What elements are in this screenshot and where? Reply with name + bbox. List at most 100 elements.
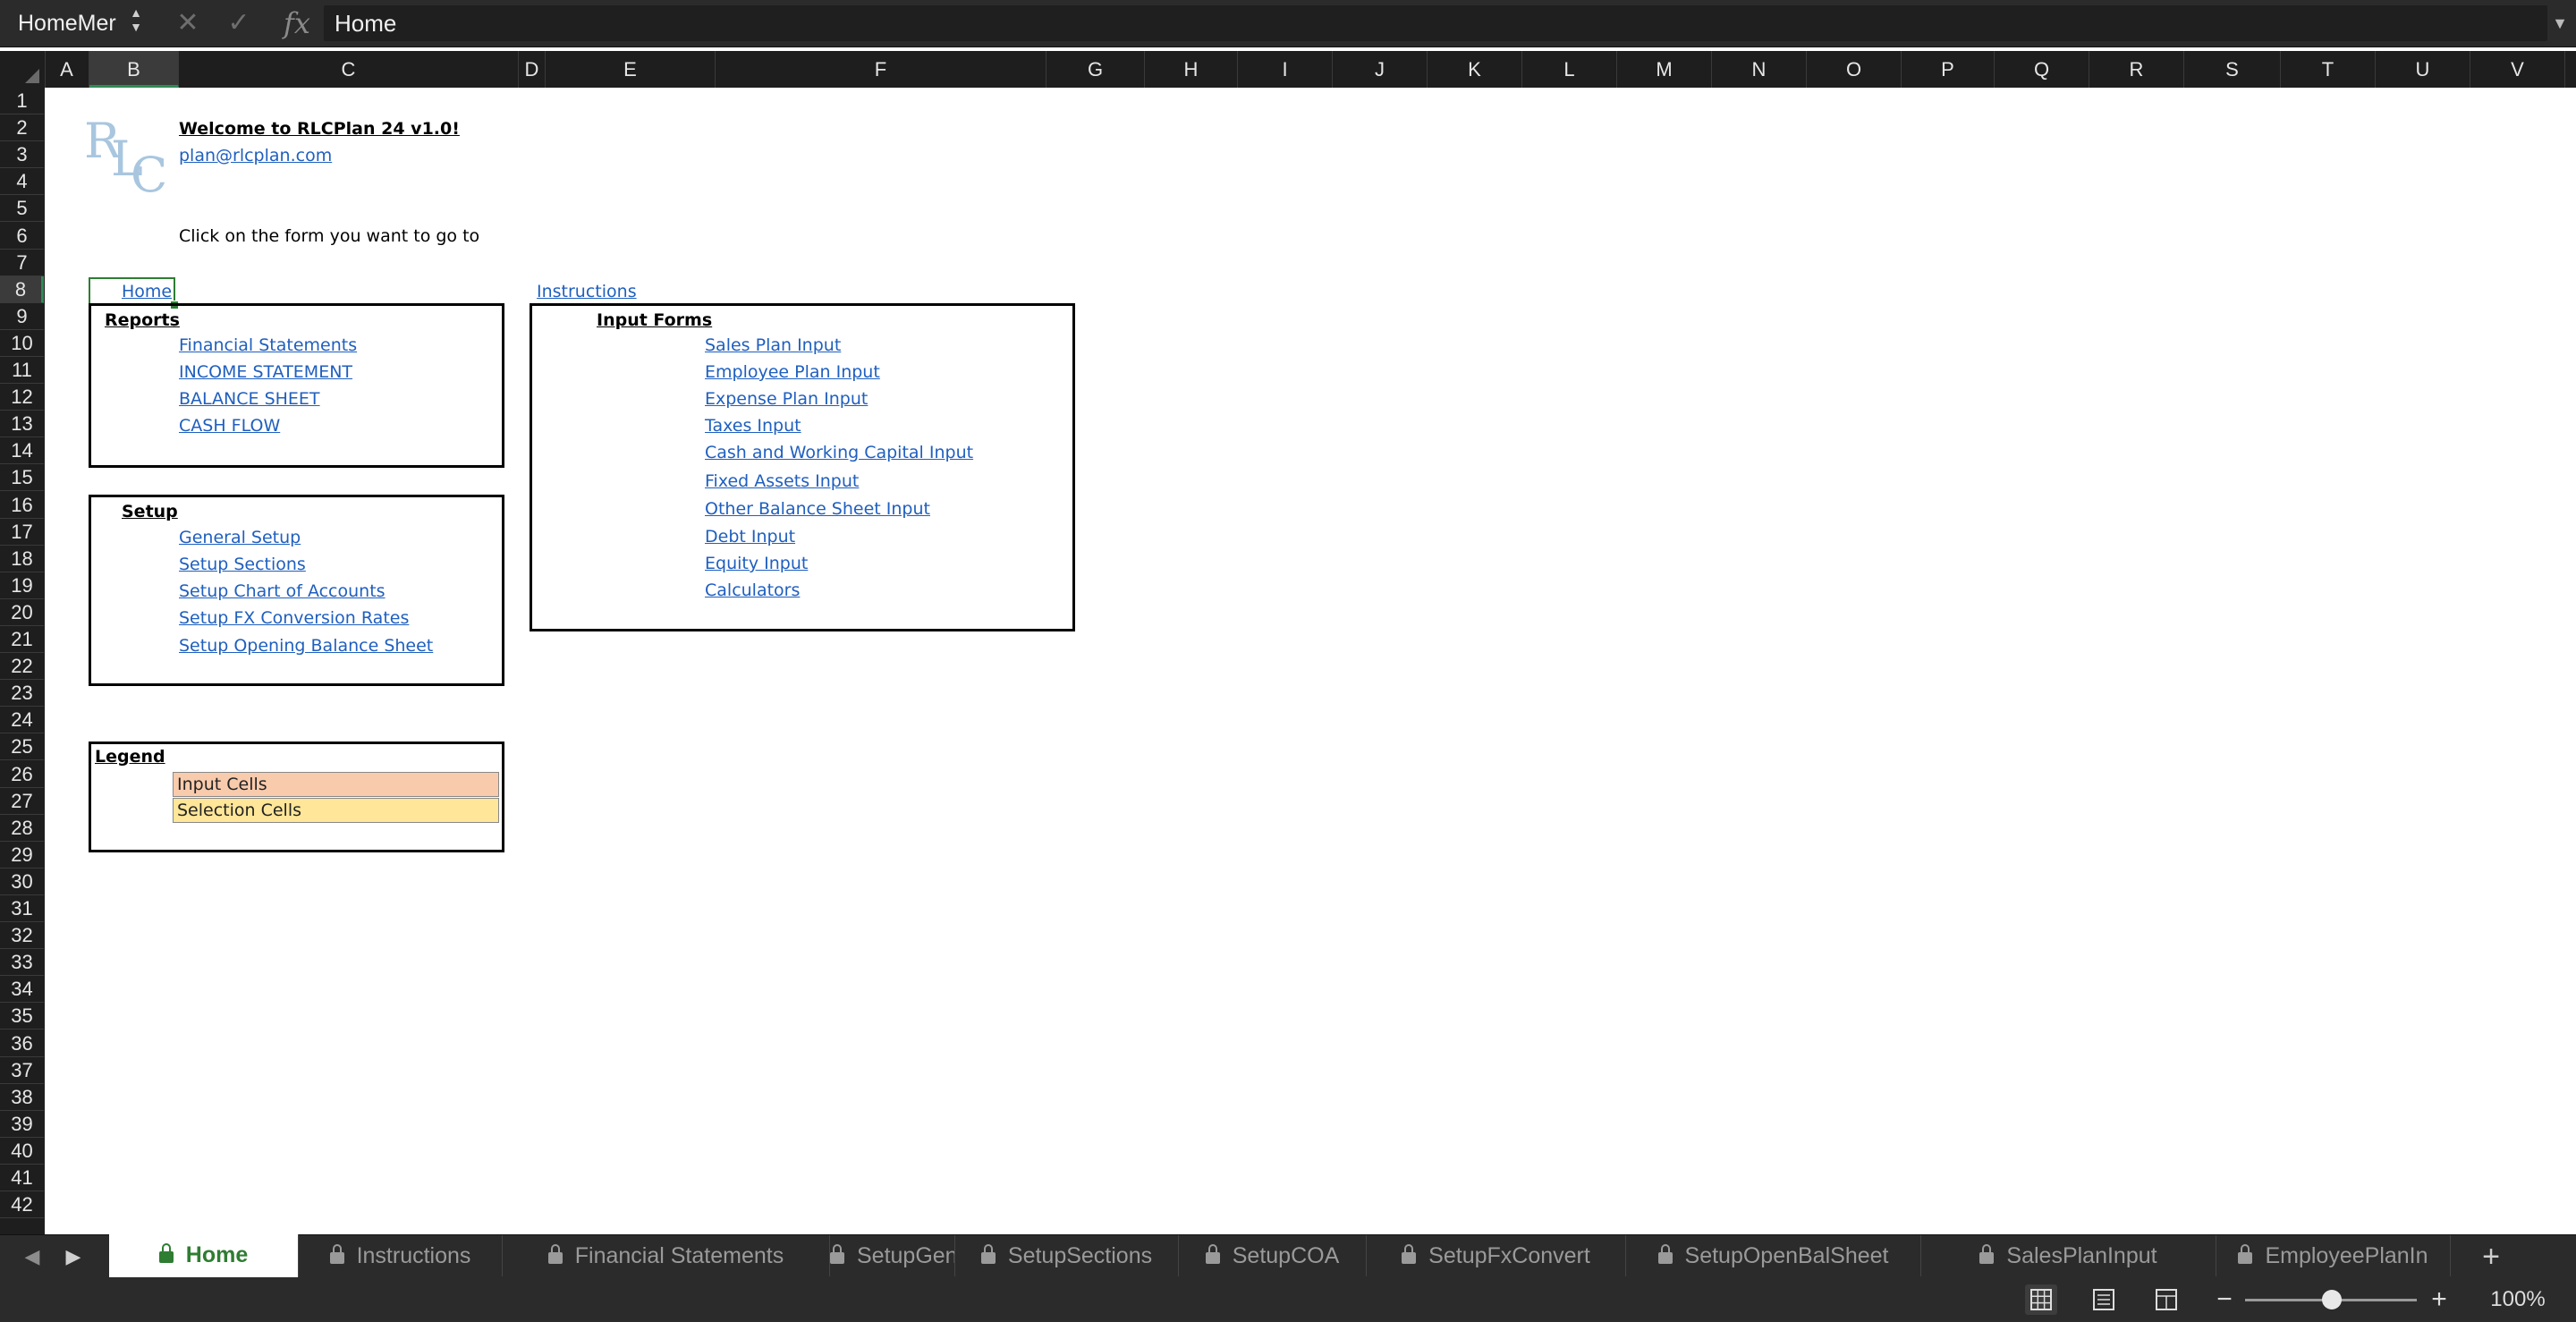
zoom-out-button[interactable]: − [2211, 1281, 2238, 1318]
form-link[interactable]: BALANCE SHEET [179, 388, 320, 410]
form-link[interactable]: Sales Plan Input [705, 335, 841, 356]
row-header[interactable]: 12 [0, 384, 44, 411]
email-link[interactable]: plan@rlcplan.com [179, 145, 332, 166]
row-header[interactable]: 18 [0, 546, 44, 572]
form-link[interactable]: Expense Plan Input [705, 388, 868, 410]
chevron-down-icon[interactable]: ▼ [2549, 5, 2571, 41]
row-header[interactable]: 25 [0, 733, 44, 761]
row-header[interactable]: 32 [0, 922, 44, 950]
column-header[interactable]: J [1333, 51, 1428, 88]
row-header[interactable]: 15 [0, 464, 44, 492]
row-header[interactable]: 4 [0, 168, 44, 196]
form-link[interactable]: Debt Input [705, 526, 795, 547]
zoom-in-button[interactable]: + [2426, 1281, 2453, 1318]
row-header[interactable]: 5 [0, 195, 44, 223]
name-box[interactable]: HomeMer [9, 5, 143, 41]
add-sheet-button[interactable]: + [2469, 1235, 2513, 1278]
column-header[interactable]: E [546, 51, 716, 88]
row-header[interactable]: 35 [0, 1003, 44, 1030]
form-link[interactable]: Setup Opening Balance Sheet [179, 635, 433, 657]
form-link[interactable]: Setup Sections [179, 554, 306, 575]
column-header[interactable]: F [716, 51, 1046, 88]
form-link[interactable]: Taxes Input [705, 415, 801, 436]
sheet-tab[interactable]: Financial Statements [503, 1235, 830, 1276]
scroll-tabs-right-icon[interactable]: ▶ [57, 1235, 89, 1278]
row-header[interactable]: 23 [0, 680, 44, 708]
checkmark-icon[interactable]: ✓ [225, 5, 252, 41]
row-header[interactable]: 37 [0, 1057, 44, 1084]
row-header[interactable]: 40 [0, 1138, 44, 1165]
sheet-tab[interactable]: Home [109, 1234, 299, 1277]
row-header[interactable]: 21 [0, 626, 44, 653]
row-header[interactable]: 22 [0, 653, 44, 681]
column-header[interactable]: C [179, 51, 519, 88]
row-header[interactable]: 27 [0, 788, 44, 815]
form-link[interactable]: Employee Plan Input [705, 361, 880, 383]
row-header[interactable]: 9 [0, 303, 44, 330]
row-header[interactable]: 1 [0, 88, 44, 114]
row-header[interactable]: 8 [0, 275, 44, 303]
column-header[interactable]: R [2089, 51, 2184, 88]
row-header[interactable]: 11 [0, 357, 44, 384]
sheet-tab[interactable]: SetupCOA [1179, 1235, 1367, 1276]
scroll-tabs-left-icon[interactable]: ◀ [16, 1235, 48, 1278]
sheet-grid[interactable]: R L C Welcome to RLCPlan 24 v1.0! plan@r… [45, 88, 2576, 1234]
normal-view-button[interactable] [2025, 1284, 2057, 1315]
form-link[interactable]: Other Balance Sheet Input [705, 498, 930, 520]
sheet-tab[interactable]: SetupGeneral [830, 1235, 955, 1276]
row-header[interactable]: 29 [0, 842, 44, 869]
form-link[interactable]: Fixed Assets Input [705, 470, 859, 492]
name-box-stepper-icon[interactable]: ▲ ▼ [127, 5, 145, 41]
column-header[interactable]: T [2281, 51, 2376, 88]
select-all-corner[interactable] [0, 51, 46, 88]
instructions-link[interactable]: Instructions [537, 281, 637, 302]
row-header[interactable]: 6 [0, 223, 44, 250]
form-link[interactable]: Cash and Working Capital Input [705, 442, 973, 463]
column-header[interactable]: O [1807, 51, 1902, 88]
row-header[interactable]: 34 [0, 976, 44, 1004]
page-layout-view-button[interactable] [2088, 1284, 2120, 1315]
row-header[interactable]: 19 [0, 572, 44, 599]
column-header[interactable]: D [519, 51, 546, 88]
row-header[interactable]: 39 [0, 1111, 44, 1138]
form-link[interactable]: Setup FX Conversion Rates [179, 607, 409, 629]
form-link[interactable]: Setup Chart of Accounts [179, 580, 386, 602]
row-header[interactable]: 30 [0, 869, 44, 895]
column-header[interactable]: P [1902, 51, 1995, 88]
column-header[interactable]: U [2376, 51, 2470, 88]
row-header[interactable]: 24 [0, 707, 44, 734]
row-header[interactable]: 42 [0, 1191, 44, 1219]
formula-input[interactable]: Home [324, 5, 2547, 41]
column-header[interactable]: S [2184, 51, 2281, 88]
sheet-tab[interactable]: EmployeePlanIn [2216, 1235, 2451, 1276]
row-header[interactable]: 16 [0, 492, 44, 519]
sheet-tab[interactable]: SetupFxConvert [1367, 1235, 1626, 1276]
row-header[interactable]: 7 [0, 250, 44, 276]
row-header[interactable]: 41 [0, 1165, 44, 1191]
row-header[interactable]: 28 [0, 815, 44, 842]
form-link[interactable]: INCOME STATEMENT [179, 361, 352, 383]
row-header[interactable]: 31 [0, 895, 44, 922]
sheet-tab[interactable]: SetupSections [955, 1235, 1179, 1276]
form-link[interactable]: General Setup [179, 527, 301, 548]
zoom-slider-thumb[interactable] [2322, 1290, 2342, 1309]
sheet-tab[interactable]: Instructions [299, 1235, 503, 1276]
row-header[interactable]: 13 [0, 411, 44, 438]
form-link[interactable]: Equity Input [705, 553, 808, 574]
column-header[interactable]: A [45, 51, 89, 88]
column-header[interactable]: H [1145, 51, 1238, 88]
column-header[interactable]: B [89, 51, 179, 88]
row-header[interactable]: 20 [0, 599, 44, 626]
cancel-icon[interactable]: ✕ [174, 5, 201, 41]
row-header[interactable]: 26 [0, 761, 44, 788]
column-header[interactable]: N [1712, 51, 1807, 88]
column-header[interactable]: Q [1995, 51, 2089, 88]
form-link[interactable]: Calculators [705, 580, 800, 601]
column-header[interactable]: V [2470, 51, 2565, 88]
column-header[interactable]: G [1046, 51, 1145, 88]
zoom-level[interactable]: 100% [2469, 1281, 2567, 1318]
sheet-tab[interactable]: SetupOpenBalSheet [1626, 1235, 1921, 1276]
row-header[interactable]: 2 [0, 114, 44, 142]
row-header[interactable]: 14 [0, 437, 44, 465]
column-header[interactable]: L [1522, 51, 1617, 88]
